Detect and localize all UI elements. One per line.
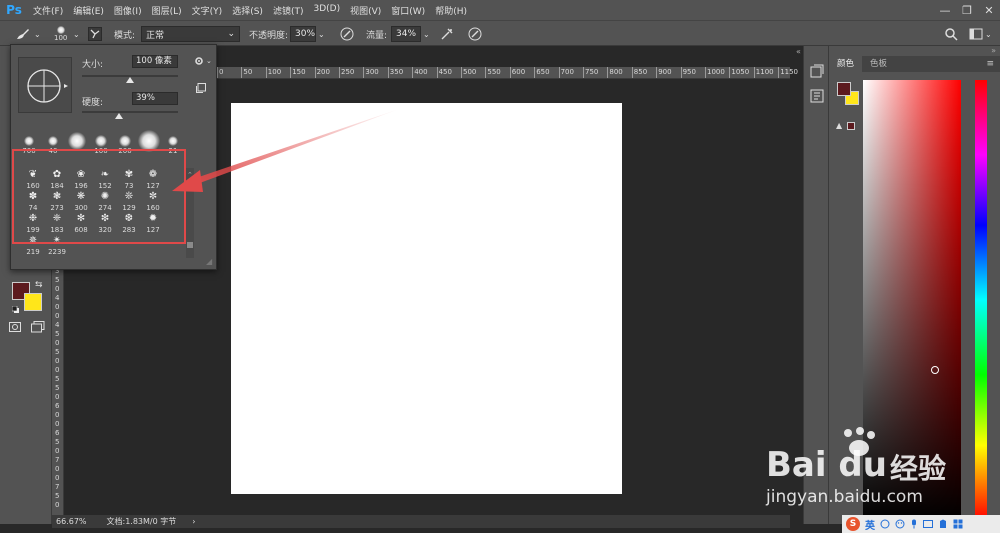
tab-swatches[interactable]: 色板 (862, 56, 895, 72)
sogou-logo-icon[interactable]: S (846, 517, 860, 531)
collapse-panel-icon[interactable]: » (991, 46, 996, 55)
ime-language[interactable]: 英 (865, 517, 875, 532)
panel-menu-icon[interactable]: ≡ (986, 56, 1000, 72)
color-picker-cursor[interactable] (931, 366, 939, 374)
tab-color[interactable]: 颜色 (829, 56, 863, 72)
watermark-suffix: 经验 (890, 452, 947, 485)
ime-tray: S 英 (842, 515, 1000, 533)
baidu-watermark: Bai du 经验 jingyan.baidu.com (760, 425, 995, 515)
photoshop-window: Ps 文件(F) 编辑(E) 图像(I) 图层(L) 文字(Y) 选择(S) 滤镜(T) 3D… (0, 0, 1000, 533)
emoji-icon[interactable] (895, 519, 905, 529)
gamut-warning-icon[interactable]: ▲ (836, 121, 842, 130)
panel-foreground-swatch[interactable] (837, 82, 851, 96)
skin-icon[interactable] (938, 519, 948, 529)
keyboard-icon[interactable] (923, 520, 933, 528)
microphone-icon[interactable] (910, 519, 918, 529)
watermark-brand: Bai du (766, 445, 887, 485)
panel-tabs: 颜色 色板 ≡ (829, 56, 1000, 72)
toolbox-icon[interactable] (953, 519, 963, 529)
history-panel-icon[interactable] (810, 64, 824, 81)
punctuation-icon[interactable] (880, 519, 890, 529)
watermark-url: jingyan.baidu.com (766, 487, 923, 507)
gamut-warning-swatch[interactable] (847, 122, 855, 130)
collapse-dock-icon[interactable]: « (796, 47, 801, 56)
properties-panel-icon[interactable] (810, 89, 824, 106)
